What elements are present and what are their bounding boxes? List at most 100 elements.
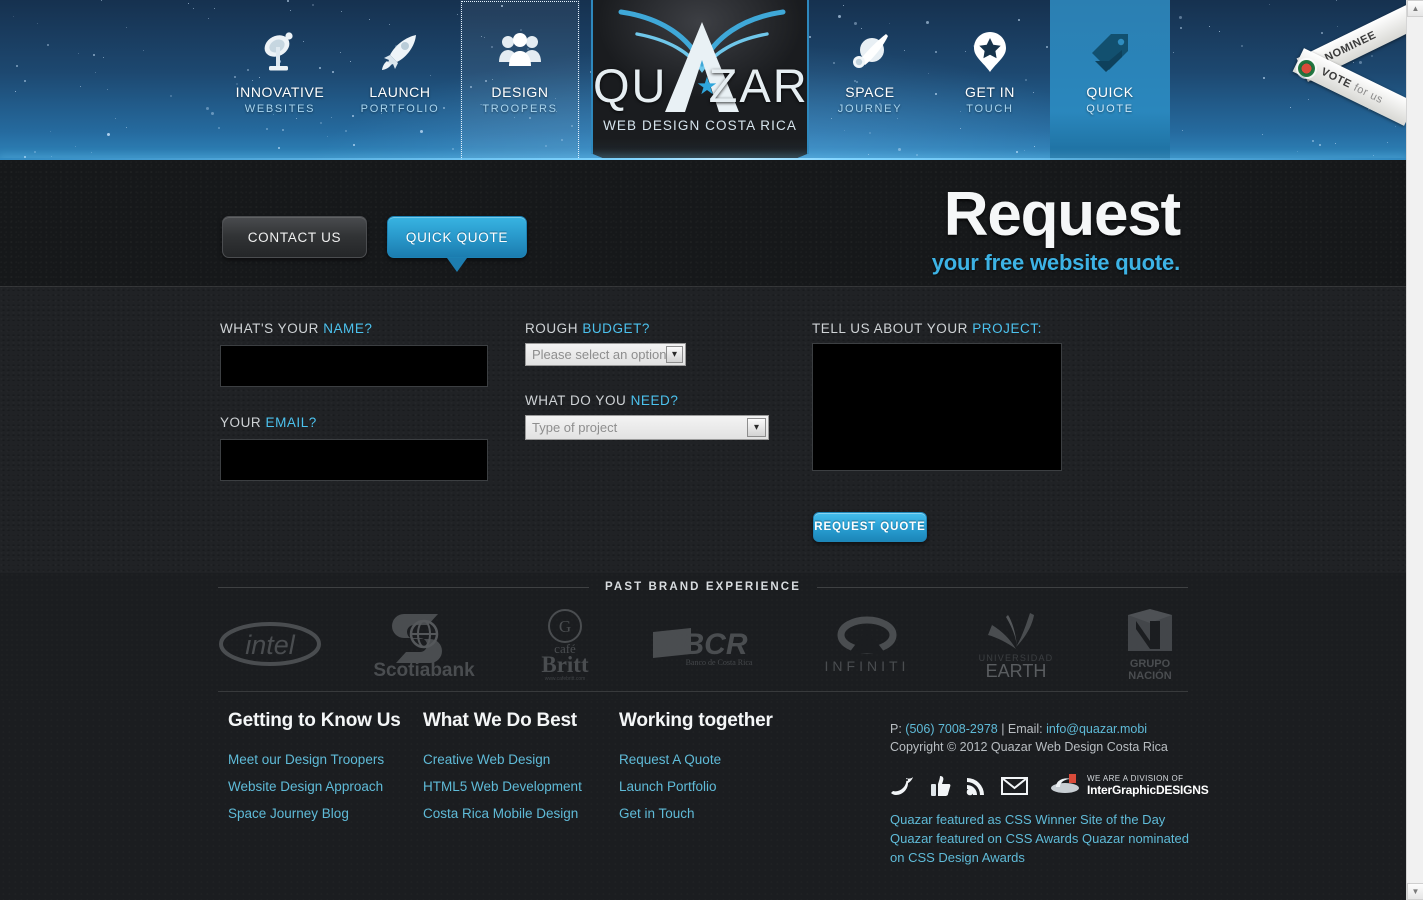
request-quote-submit-button[interactable]: REQUEST QUOTE [813,512,927,542]
quick-quote-button[interactable]: QUICK QUOTE [387,216,527,272]
name-input[interactable] [220,345,488,387]
project-label: TELL US ABOUT YOUR PROJECT: [812,321,1042,336]
nav-item-space-journey[interactable]: SPACE JOURNEY [810,0,930,160]
intergraphicdesigns-link[interactable]: WE ARE A DIVISION OF InterGraphicDESIGNS [1050,772,1209,799]
quote-form-section: WHAT'S YOUR NAME? YOUR EMAIL? ROUGH BUDG… [0,287,1406,573]
chevron-down-icon: ▾ [666,346,683,363]
brands-heading-row: PAST BRAND EXPERIENCE [0,581,1406,593]
budget-select-value: Please select an option [532,347,667,362]
nav-subtitle: TROOPERS [482,103,558,115]
satellite-dish-icon [260,26,300,78]
svg-text:EARTH: EARTH [985,661,1046,679]
nav-item-launch-portfolio[interactable]: LAUNCH PORTFOLIO [340,0,460,160]
brand-logo-cafe-britt: G café Britt www.cafebritt.com [527,601,603,687]
nav-title: INNOVATIVE [235,84,325,100]
divider-right [816,586,1188,588]
hero-section [0,160,1406,287]
scroll-down-arrow-icon[interactable]: ▼ [1407,883,1423,900]
price-tag-icon [1089,26,1131,78]
scrollbar-thumb[interactable] [1408,18,1423,538]
comet-planet-icon [848,26,892,78]
igd-division-label: WE ARE A DIVISION OF [1087,774,1184,783]
scroll-up-arrow-icon[interactable]: ▲ [1407,0,1423,17]
igd-text-block: WE ARE A DIVISION OF InterGraphicDESIGNS [1087,774,1209,797]
phone-link[interactable]: (506) 7008-2978 [905,722,997,736]
nav-title: SPACE [845,84,895,100]
nav-subtitle: JOURNEY [837,103,903,115]
nav-title: QUICK [1086,84,1134,100]
footer-link[interactable]: Costa Rica Mobile Design [423,806,582,821]
rss-icon[interactable] [966,775,987,796]
page-title: Request [943,180,1181,249]
svg-text:Scotiabank: Scotiabank [374,660,476,680]
brand-logo-row: intel Scotiabank G café Britt www.cafebr… [218,601,1188,687]
browser-viewport: INNOVATIVE WEBSITES LAUNCH PORTFOLIO DES… [0,0,1423,900]
brands-title: PAST BRAND EXPERIENCE [605,581,801,593]
thumbs-up-icon[interactable] [930,775,952,797]
svg-text:intel: intel [245,630,296,660]
svg-text:NACIÓN: NACIÓN [1128,669,1171,681]
svg-text:INFINITI: INFINITI [825,658,910,674]
project-type-select[interactable]: Type of project ▾ [525,415,769,440]
footer-column-getting-to-know-us: Getting to Know Us Meet our Design Troop… [228,710,401,833]
nav-item-get-in-touch[interactable]: GET IN TOUCH [930,0,1050,160]
nav-title: DESIGN [491,84,549,100]
budget-label: ROUGH BUDGET? [525,321,650,336]
igd-name: InterGraphicDESIGNS [1087,783,1209,797]
envelope-icon[interactable] [1001,776,1028,796]
brand-logo-infiniti: INFINITI [815,601,919,687]
nav-item-innovative-websites[interactable]: INNOVATIVE WEBSITES [220,0,340,160]
logo-tagline: WEB DESIGN COSTA RICA [603,118,797,133]
project-textarea[interactable] [812,343,1062,471]
project-type-select-value: Type of project [532,420,618,435]
footer-heading: What We Do Best [423,710,577,731]
footer-heading: Getting to Know Us [228,710,401,731]
email-link[interactable]: info@quazar.mobi [1046,722,1147,736]
brand-logo-bcr: BCR Banco de Costa Rica [651,601,767,687]
svg-text:G: G [559,617,571,636]
logo-star-icon: ★ [696,73,718,100]
svg-text:BCR: BCR [682,628,747,661]
footer-link[interactable]: Space Journey Blog [228,806,401,821]
nav-subtitle: TOUCH [966,103,1014,115]
contact-us-button[interactable]: CONTACT US [222,216,367,258]
email-label: YOUR EMAIL? [220,415,317,430]
social-icons-row: WE ARE A DIVISION OF InterGraphicDESIGNS [890,772,1209,799]
people-group-icon [497,26,543,78]
budget-select[interactable]: Please select an option ▾ [525,343,686,366]
contact-separator: | Email: [997,722,1047,736]
vertical-scrollbar[interactable]: ▲ ▼ [1406,0,1423,900]
footer-link[interactable]: Website Design Approach [228,779,401,794]
email-input[interactable] [220,439,488,481]
footer-link[interactable]: HTML5 Web Development [423,779,582,794]
nav-item-quick-quote[interactable]: QUICK QUOTE [1050,0,1170,160]
need-label: WHAT DO YOU NEED? [525,393,679,408]
nav-left-group: INNOVATIVE WEBSITES LAUNCH PORTFOLIO DES… [220,0,580,186]
footer-column-working-together: Working together Request A Quote Launch … [619,710,773,833]
footer-link[interactable]: Meet our Design Troopers [228,752,401,767]
igd-logo-icon [1050,772,1080,799]
divider-left [218,586,590,588]
brand-logo-grupo-nacion: GRUPO NACIÓN [1112,601,1188,687]
chevron-down-icon: ▾ [747,418,766,437]
svg-text:Banco de Costa Rica: Banco de Costa Rica [686,658,753,667]
footer-link[interactable]: Launch Portfolio [619,779,773,794]
past-brands-section: PAST BRAND EXPERIENCE intel Scotiabank G… [0,573,1406,700]
nav-subtitle: QUOTE [1086,103,1134,115]
brand-logo-intel: intel [218,601,322,687]
nav-right-group: SPACE JOURNEY GET IN TOUCH QUICK QUOTE [810,0,1170,160]
name-label: WHAT'S YOUR NAME? [220,321,373,336]
svg-text:Britt: Britt [541,652,589,677]
footer-contact-block: P: (506) 7008-2978 | Email: info@quazar.… [890,722,1209,868]
nav-item-design-troopers[interactable]: DESIGN TROOPERS [460,0,580,186]
brand-logo-scotiabank: Scotiabank [370,601,478,687]
twitter-bird-icon[interactable] [890,775,916,797]
brands-bottom-divider [218,691,1188,692]
footer-link[interactable]: Creative Web Design [423,752,582,767]
footer-link[interactable]: Get in Touch [619,806,773,821]
map-pin-star-icon [971,26,1009,78]
footer-link[interactable]: Request A Quote [619,752,773,767]
footer-heading: Working together [619,710,773,731]
svg-text:GRUPO: GRUPO [1130,658,1171,670]
awards-text[interactable]: Quazar featured as CSS Winner Site of th… [890,811,1202,868]
